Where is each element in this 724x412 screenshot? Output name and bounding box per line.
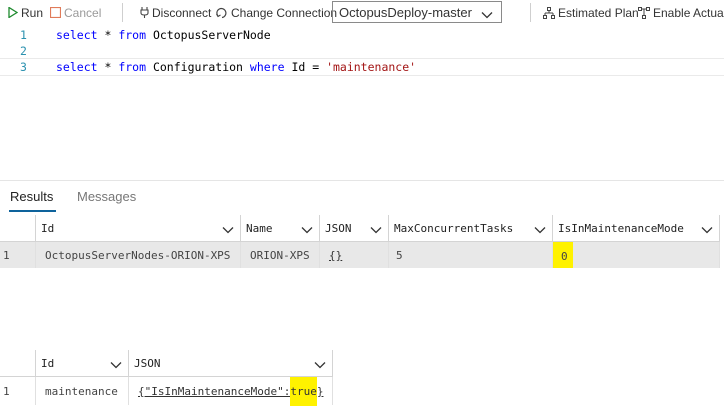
row-number[interactable]: 1 <box>0 242 36 268</box>
column-header-label: Id <box>41 221 55 235</box>
change-connection-button[interactable]: Change Connection <box>216 0 337 25</box>
chevron-down-icon[interactable] <box>301 224 313 237</box>
cell-max-concurrent-tasks[interactable]: 5 <box>389 242 553 268</box>
column-header-max-concurrent-tasks[interactable]: MaxConcurrentTasks <box>389 215 553 242</box>
grid-header-row: Id JSON <box>0 350 333 377</box>
actual-plan-icon <box>638 6 650 19</box>
active-tab-indicator <box>9 210 56 212</box>
code-text: select * from OctopusServerNode <box>56 27 271 43</box>
code-text: select * from Configuration where Id = '… <box>56 59 416 75</box>
keyword: select <box>56 60 98 74</box>
editor-line-current: 3 select * from Configuration where Id =… <box>0 58 724 76</box>
change-connection-label: Change Connection <box>231 5 338 20</box>
line-number: 2 <box>20 44 27 58</box>
code-fragment: Configuration <box>146 60 250 74</box>
disconnect-label: Disconnect <box>152 5 212 20</box>
tab-results[interactable]: Results <box>10 189 53 204</box>
highlight-marker: true <box>290 376 317 406</box>
editor-line: 2 <box>0 43 724 59</box>
estimated-plan-icon <box>543 6 555 19</box>
estimated-plan-label: Estimated Plan <box>558 5 639 20</box>
keyword: where <box>249 60 285 74</box>
stop-icon <box>50 7 61 18</box>
code-fragment: Id = <box>284 60 327 74</box>
enable-actual-plan-button[interactable]: Enable Actual I <box>638 0 724 25</box>
column-header-json[interactable]: JSON <box>129 350 333 377</box>
chevron-down-icon[interactable] <box>110 359 122 372</box>
chevron-down-icon[interactable] <box>370 224 382 237</box>
chevron-down-icon[interactable] <box>222 224 234 237</box>
string-literal: 'maintenance' <box>326 60 417 74</box>
row-number-header <box>0 350 36 377</box>
json-text: {"IsInMaintenanceMode": <box>138 384 291 398</box>
code-fragment: * <box>97 60 119 74</box>
column-header-json[interactable]: JSON <box>320 215 389 242</box>
json-link[interactable]: {"IsInMaintenanceMode":true} <box>138 376 324 406</box>
toolbar-separator <box>122 3 123 22</box>
disconnect-icon <box>140 6 149 19</box>
chevron-down-icon[interactable] <box>534 224 546 237</box>
line-number: 1 <box>20 28 27 42</box>
column-header-name[interactable]: Name <box>241 215 320 242</box>
chevron-down-icon[interactable] <box>314 359 326 372</box>
cancel-label: Cancel <box>64 5 102 20</box>
play-icon <box>8 7 18 18</box>
cell-json[interactable]: {} <box>320 242 389 268</box>
column-header-label: Name <box>246 221 273 235</box>
database-select-value: OctopusDeploy-master <box>339 4 472 20</box>
table-row[interactable]: 1 maintenance {"IsInMaintenanceMode":tru… <box>0 376 333 406</box>
estimated-plan-button[interactable]: Estimated Plan <box>543 0 639 25</box>
results-tabs: Results Messages <box>0 181 724 215</box>
cell-json[interactable]: {"IsInMaintenanceMode":true} <box>129 376 333 406</box>
results-grid-2: Id JSON 1 maintenance {"IsInMaintenanceM… <box>0 350 335 406</box>
keyword: from <box>118 60 147 74</box>
cell-name[interactable]: ORION-XPS <box>241 242 320 268</box>
cell-id[interactable]: OctopusServerNodes-ORION-XPS <box>36 242 241 268</box>
database-select[interactable]: OctopusDeploy-master <box>332 1 502 23</box>
keyword: select <box>56 28 98 42</box>
enable-actual-plan-label: Enable Actual I <box>653 5 724 20</box>
cancel-button[interactable]: Cancel <box>50 0 101 25</box>
run-label: Run <box>21 5 44 20</box>
column-header-label: JSON <box>134 356 161 370</box>
column-header-label: JSON <box>325 221 352 235</box>
column-header-id[interactable]: Id <box>36 350 129 377</box>
disconnect-button[interactable]: Disconnect <box>140 0 211 25</box>
cell-value: 0 <box>561 250 568 263</box>
run-button[interactable]: Run <box>8 0 43 25</box>
grid-header-row: Id Name JSON MaxConcurrentTasks IsInMain… <box>0 215 720 242</box>
cell-id[interactable]: maintenance <box>36 377 129 405</box>
cell-is-in-maintenance-mode[interactable]: 0 <box>553 242 720 268</box>
keyword: from <box>118 28 147 42</box>
column-header-is-in-maintenance-mode[interactable]: IsInMaintenanceMode <box>553 215 720 242</box>
sql-editor[interactable]: 1 select * from OctopusServerNode 2 3 se… <box>0 25 724 180</box>
change-connection-icon <box>216 7 228 19</box>
results-grid-1: Id Name JSON MaxConcurrentTasks IsInMain… <box>0 215 724 269</box>
line-number: 3 <box>20 60 27 74</box>
column-header-label: IsInMaintenanceMode <box>558 221 684 235</box>
query-toolbar: Run Cancel Disconnect Change Connection … <box>0 0 724 25</box>
column-header-label: MaxConcurrentTasks <box>394 221 514 235</box>
json-link[interactable]: {} <box>329 249 342 262</box>
json-text: } <box>316 384 324 398</box>
row-number[interactable]: 1 <box>0 377 36 405</box>
json-value: true <box>290 384 317 398</box>
chevron-down-icon <box>481 7 493 22</box>
column-header-id[interactable]: Id <box>36 215 241 242</box>
toolbar-separator <box>530 3 531 22</box>
row-number-header <box>0 215 36 242</box>
table-row[interactable]: 1 OctopusServerNodes-ORION-XPS ORION-XPS… <box>0 242 720 268</box>
tab-messages[interactable]: Messages <box>77 189 136 204</box>
code-fragment: OctopusServerNode <box>146 28 271 42</box>
editor-line: 1 select * from OctopusServerNode <box>0 27 724 43</box>
chevron-down-icon[interactable] <box>701 224 713 237</box>
highlight-marker: 0 <box>553 242 573 268</box>
column-header-label: Id <box>41 356 55 370</box>
code-fragment: * <box>97 28 119 42</box>
